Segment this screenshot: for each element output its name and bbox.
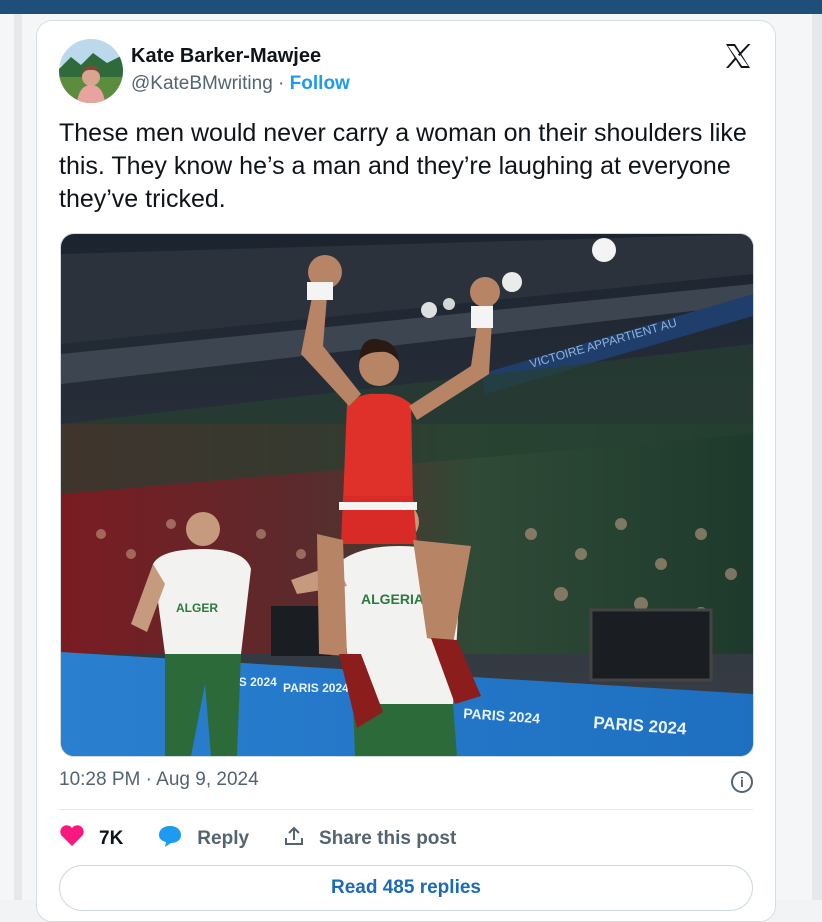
share-upload-icon	[283, 825, 305, 853]
tweet-timestamp[interactable]: 10:28 PM · Aug 9, 2024	[59, 769, 259, 791]
reply-label: Reply	[197, 828, 250, 849]
avatar-image	[59, 39, 123, 103]
divider	[59, 809, 753, 810]
author-avatar[interactable]	[59, 39, 123, 103]
arena-photo-illustration: VICTOIRE APPARTIENT AU PARIS 2024 PARIS …	[61, 234, 753, 756]
like-count: 7K	[99, 828, 124, 849]
follow-button[interactable]: Follow	[290, 73, 350, 94]
tweet-text: These men would never carry a woman on t…	[59, 119, 747, 213]
browser-top-bar	[0, 0, 822, 14]
jersey-text-center: ALGERIA	[361, 591, 424, 607]
handle-separator: ·	[272, 73, 290, 94]
right-scrollbar[interactable]	[812, 14, 822, 900]
jersey-text-left: ALGER	[176, 601, 218, 615]
author-name[interactable]: Kate Barker-Mawjee	[131, 45, 321, 68]
action-bar: 7K Reply Share this post	[59, 824, 490, 854]
tweet-card: Kate Barker-Mawjee @KateBMwriting · Foll…	[36, 20, 776, 922]
banner-text-2: PARIS 2024	[283, 681, 349, 695]
heart-icon	[59, 825, 85, 853]
share-label: Share this post	[319, 828, 457, 849]
info-icon[interactable]: i	[731, 771, 753, 793]
share-button[interactable]: Share this post	[283, 825, 456, 853]
reply-button[interactable]: Reply	[157, 824, 249, 854]
author-handle[interactable]: @KateBMwriting	[131, 73, 273, 94]
left-gutter	[14, 14, 22, 900]
x-logo-icon[interactable]	[723, 41, 753, 71]
reply-bubble-icon	[157, 824, 183, 854]
read-replies-button[interactable]: Read 485 replies	[59, 865, 753, 911]
author-handle-line: @KateBMwriting · Follow	[131, 73, 350, 95]
like-button[interactable]: 7K	[59, 825, 123, 853]
tweet-photo[interactable]: VICTOIRE APPARTIENT AU PARIS 2024 PARIS …	[60, 233, 754, 757]
